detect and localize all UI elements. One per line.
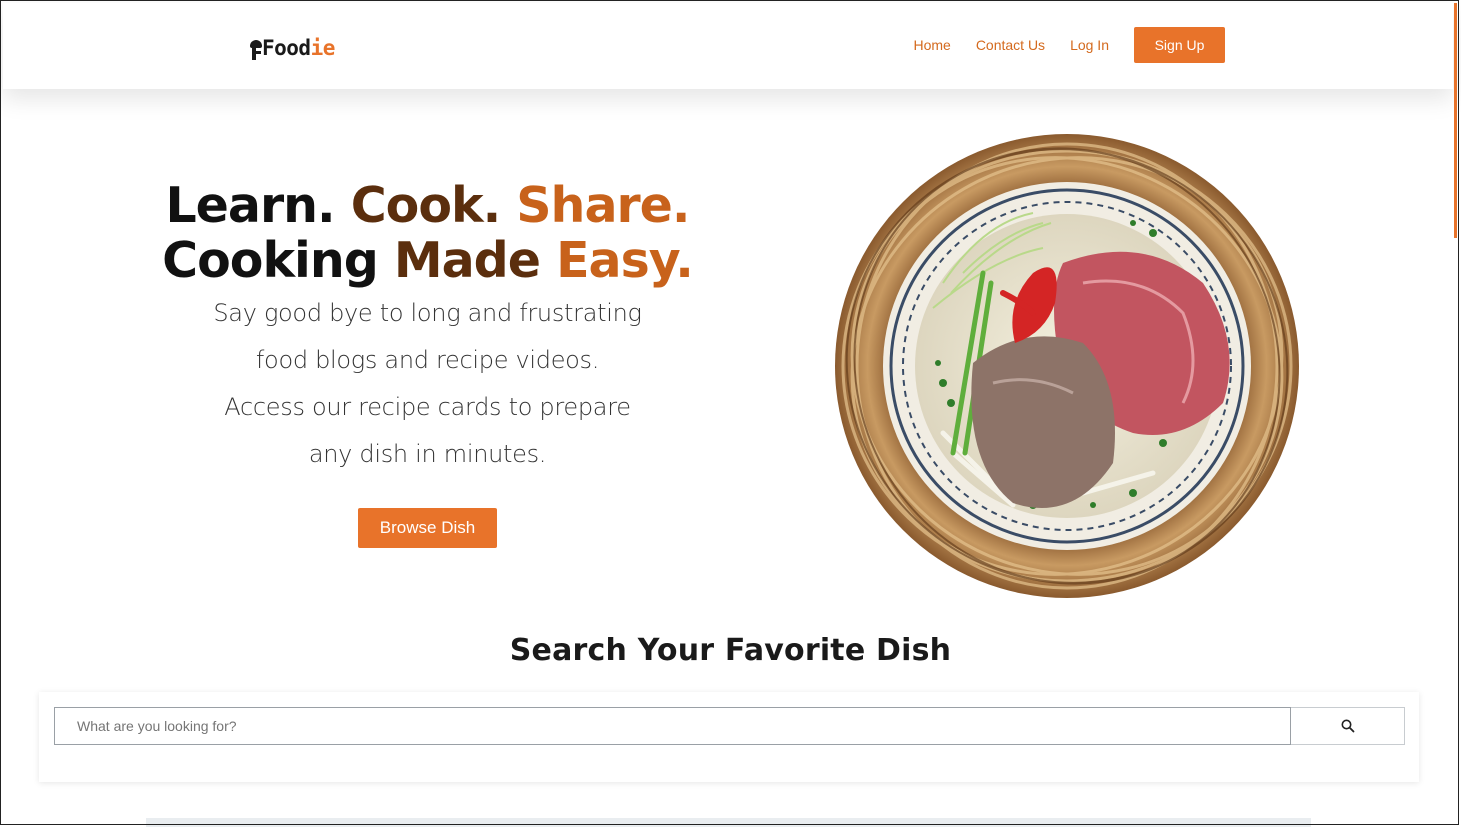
nav-contact-link[interactable]: Contact Us: [976, 37, 1045, 53]
hero-dish-image: [833, 133, 1303, 603]
hero-text: Learn. Cook. Share. Cooking Made Easy. S…: [140, 178, 715, 548]
logo[interactable]: Food ie: [250, 36, 335, 60]
chef-hat-icon: [250, 40, 262, 60]
next-section-preview: [146, 818, 1311, 827]
search-card: [39, 692, 1419, 782]
logo-text-main: Food: [262, 36, 311, 60]
headline-cooking: Cooking: [162, 232, 379, 289]
nav-login-link[interactable]: Log In: [1070, 37, 1109, 53]
hero-subtext: Say good bye to long and frustrating foo…: [213, 299, 642, 468]
search-title: Search Your Favorite Dish: [509, 633, 952, 668]
browse-dish-button[interactable]: Browse Dish: [358, 508, 497, 548]
search-icon: [1341, 719, 1354, 733]
headline-made: Made: [393, 232, 541, 289]
search-input[interactable]: [54, 707, 1291, 745]
search-button[interactable]: [1291, 707, 1405, 745]
headline-learn: Learn.: [165, 177, 335, 234]
headline-cook: Cook.: [350, 177, 501, 234]
nav-home-link[interactable]: Home: [913, 37, 950, 53]
headline-share: Share.: [516, 177, 690, 234]
hero-headline: Learn. Cook. Share. Cooking Made Easy.: [140, 178, 715, 288]
scrollbar-accent[interactable]: [1454, 3, 1457, 238]
navbar: Food ie Home Contact Us Log In Sign Up: [3, 3, 1453, 89]
logo-text-accent: ie: [310, 36, 336, 60]
headline-easy: Easy.: [556, 232, 694, 289]
signup-button[interactable]: Sign Up: [1134, 27, 1225, 63]
nav-links: Home Contact Us Log In Sign Up: [913, 27, 1225, 63]
